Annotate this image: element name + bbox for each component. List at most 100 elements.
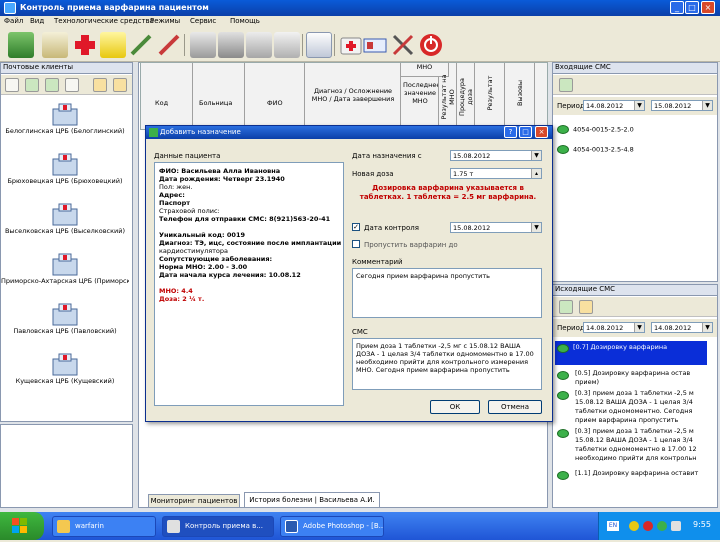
notepad-icon[interactable] [42, 32, 68, 58]
minimize-button[interactable]: _ [670, 1, 684, 14]
menu-file[interactable]: Файл [4, 17, 23, 25]
menu-modes[interactable]: Режимы [150, 17, 180, 25]
tray-icon[interactable] [643, 521, 653, 531]
volume-icon[interactable] [671, 521, 681, 531]
hospital-item[interactable]: Белоглинская ЦРБ (Белоглинский) [1, 101, 129, 135]
first-aid-icon[interactable] [338, 32, 364, 58]
folder-icon[interactable] [579, 300, 593, 314]
new-dose-stepper[interactable]: 1.75 т ▴ [450, 168, 542, 179]
menu-view[interactable]: Вид [30, 17, 44, 25]
ok-button[interactable]: ОК [430, 400, 480, 414]
column-header[interactable]: Код [141, 63, 193, 131]
patient-address: Адрес: [159, 191, 185, 199]
list-item[interactable]: необходимо прийти для контрольн [575, 454, 697, 462]
date-start-picker[interactable]: 15.08.2012 ▼ [450, 150, 542, 161]
period-to-picker[interactable]: 15.08.2012 ▼ [651, 100, 713, 111]
patient-info-box: ФИО: Васильева Алла Ивановна Дата рожден… [154, 162, 344, 406]
task-warfarin[interactable]: warfarin [52, 516, 156, 537]
archive-icon[interactable] [113, 78, 127, 92]
period-from-picker[interactable]: 14.08.2012 ▼ [583, 322, 645, 333]
dialog-close-button[interactable]: × [535, 126, 548, 138]
hospital-item[interactable]: Кущевская ЦРБ (Кущевский) [1, 351, 129, 385]
column-header[interactable]: Результат на МНО [439, 63, 457, 131]
list-item[interactable]: 4054-0015-2.5-2.0 [557, 125, 634, 137]
list-item[interactable]: [0.3] прием доза 1 таблетки -2,5 м [575, 427, 694, 435]
add-icon[interactable] [72, 32, 98, 58]
sticky-note-icon[interactable] [100, 32, 126, 58]
list-item[interactable]: таблетки одномоментно. Сегодня [575, 407, 692, 415]
patient-unique-code: Уникальный код: 0019 [159, 231, 245, 239]
period-from-picker[interactable]: 14.08.2012 ▼ [583, 100, 645, 111]
list-item[interactable]: [1.1] Дозировку варфарина оставит [575, 469, 698, 477]
period-to-picker[interactable]: 14.08.2012 ▼ [651, 322, 713, 333]
control-date-picker[interactable]: 15.08.2012 ▼ [450, 222, 542, 233]
list-item[interactable]: 15.08.12 ВАША ДОЗА - 1 целая 3/4 [575, 398, 693, 406]
hospital-item[interactable]: Выселковская ЦРБ (Выселковский) [1, 201, 129, 235]
close-button[interactable]: × [701, 1, 715, 14]
photoshop-icon [285, 520, 298, 533]
taskbar: warfarin Контроль приема в... Adobe Phot… [0, 512, 720, 540]
column-header[interactable]: Последнее значение МНО [401, 77, 439, 131]
skip-warfarin-checkbox[interactable] [352, 240, 360, 248]
cancel-button[interactable]: Отмена [488, 400, 542, 414]
patient-comorbid: Сопутствующие заболевания: [159, 255, 273, 263]
back-icon[interactable] [5, 78, 19, 92]
printer-icon[interactable] [190, 32, 216, 58]
column-header[interactable]: Диагноз / Осложнение МНО / Дата завершен… [305, 63, 401, 131]
edit-icon[interactable] [65, 78, 79, 92]
language-icon[interactable]: EN [607, 521, 619, 531]
power-icon[interactable] [418, 32, 444, 58]
comment-textarea[interactable]: Сегодня прием варфарина пропустить [352, 268, 542, 318]
fax-icon[interactable] [218, 32, 244, 58]
list-item[interactable]: прием варфарина пропустить [575, 416, 678, 424]
tray-icon[interactable] [629, 521, 639, 531]
hospital-item[interactable]: Брюховецкая ЦРБ (Брюховецкий) [1, 151, 129, 185]
column-header[interactable]: Результат [475, 63, 505, 131]
hospital-label: Белоглинская ЦРБ (Белоглинский) [5, 127, 125, 135]
box-icon[interactable] [8, 32, 34, 58]
list-item[interactable]: [0.3] прием доза 1 таблетки -2,5 м [575, 389, 694, 397]
tab-monitoring[interactable]: Мониторинг пациентов [148, 494, 240, 508]
hospital-item[interactable]: Павловская ЦРБ (Павловский) [1, 301, 129, 335]
help-button[interactable]: ? [504, 126, 517, 138]
syringe-red-icon[interactable] [156, 32, 182, 58]
column-header[interactable]: Процедура доза [457, 63, 475, 131]
hospital-item[interactable]: Приморско-Ахтарская ЦРБ (Приморско-Ахтар… [1, 251, 129, 285]
refresh-icon[interactable] [25, 78, 39, 92]
list-item[interactable]: 4054-0013-2.5-4.8 [557, 145, 634, 157]
id-card-icon[interactable] [362, 32, 388, 58]
sms-textarea[interactable]: Прием доза 1 таблетки -2,5 мг с 15.08.12… [352, 338, 542, 390]
column-header[interactable]: Вызовы [505, 63, 535, 131]
tab-history[interactable]: История болезни | Васильева А.И. [244, 492, 380, 508]
task-photoshop[interactable]: Adobe Photoshop - [B... [280, 516, 384, 537]
calendar-icon[interactable] [306, 32, 332, 58]
list-item[interactable]: [0.5] Дозировку варфарина остав [575, 369, 690, 377]
column-header[interactable]: Больница [193, 63, 245, 131]
syringe-icon[interactable] [128, 32, 154, 58]
tray-icon[interactable] [657, 521, 667, 531]
menu-tech[interactable]: Технологические средства [54, 17, 154, 25]
refresh-icon[interactable] [559, 300, 573, 314]
column-header[interactable]: ФИО [245, 63, 305, 131]
dialog-maximize-button[interactable]: □ [519, 126, 532, 138]
hospital-label: Брюховецкая ЦРБ (Брюховецкий) [7, 177, 123, 185]
menu-help[interactable]: Помощь [230, 17, 260, 25]
selected-sms-row[interactable]: [0.7] Дозировку варфарина [555, 341, 707, 365]
start-button[interactable] [0, 512, 44, 540]
list-item[interactable]: таблетки одномоментно в 17.00 12 [575, 445, 697, 453]
menu-service[interactable]: Сервис [190, 17, 216, 25]
copy-icon[interactable] [274, 32, 300, 58]
period-label: Период [557, 102, 585, 110]
outgoing-period-bar: Период 14.08.2012 ▼ 14.08.2012 ▼ [553, 319, 717, 337]
tools-icon[interactable] [390, 32, 416, 58]
list-item[interactable]: 15.08.12 ВАША ДОЗА - 1 целая 3/4 [575, 436, 693, 444]
control-date-checkbox[interactable]: ✓ [352, 223, 360, 231]
save-icon[interactable] [246, 32, 272, 58]
list-item[interactable]: прием) [575, 378, 599, 386]
refresh-icon[interactable] [559, 78, 573, 92]
maximize-button[interactable]: □ [685, 1, 699, 14]
add-client-icon[interactable] [45, 78, 59, 92]
skip-warfarin-label: Пропустить варфарин до [364, 241, 458, 249]
folder-icon[interactable] [93, 78, 107, 92]
task-app[interactable]: Контроль приема в... [162, 516, 274, 537]
